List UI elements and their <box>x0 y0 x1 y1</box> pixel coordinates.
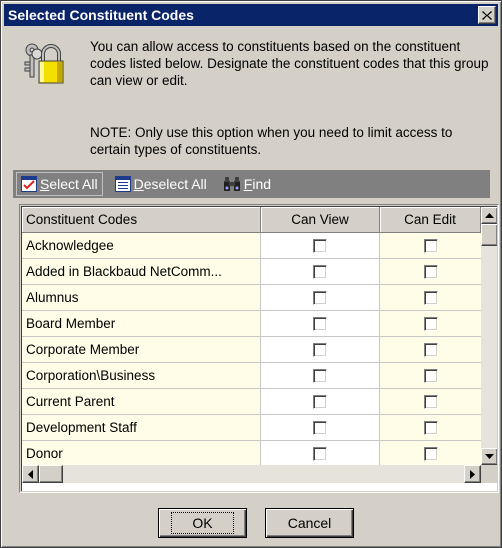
dialog-window: Selected Constituent Codes You can allow… <box>0 0 502 548</box>
select-all-label: Select All <box>40 176 98 192</box>
arrow-up-icon <box>485 213 494 218</box>
arrow-left-icon <box>28 469 33 479</box>
can-edit-checkbox[interactable] <box>423 394 438 409</box>
deselect-all-icon <box>114 176 131 192</box>
cancel-label: Cancel <box>287 515 332 531</box>
constituent-code-cell[interactable]: Acknowledgee <box>22 233 261 259</box>
constituent-code-cell[interactable]: Corporation\Business <box>22 363 261 389</box>
can-edit-checkbox[interactable] <box>423 342 438 357</box>
column-header-can-view[interactable]: Can View <box>261 207 380 233</box>
deselect-all-label: Deselect All <box>133 176 207 192</box>
column-header-constituent-codes[interactable]: Constituent Codes <box>22 207 261 233</box>
close-button[interactable] <box>478 6 496 24</box>
arrow-right-icon <box>470 469 475 479</box>
toolbar: Select All Deselect All Find <box>13 170 490 198</box>
table-row: Added in Blackbaud NetComm... <box>22 259 481 285</box>
horizontal-scrollbar[interactable] <box>22 465 481 483</box>
binoculars-icon <box>223 177 240 191</box>
can-view-checkbox[interactable] <box>313 342 327 357</box>
constituent-code-cell[interactable]: Development Staff <box>22 415 261 441</box>
arrow-down-icon <box>485 454 494 459</box>
table-row: Acknowledgee <box>22 233 481 259</box>
note-text: NOTE: Only use this option when you need… <box>90 125 453 157</box>
constituent-code-cell[interactable]: Corporate Member <box>22 337 261 363</box>
horizontal-scroll-thumb[interactable] <box>39 465 63 483</box>
ok-label: OK <box>171 512 234 534</box>
can-view-checkbox[interactable] <box>313 394 327 409</box>
title-bar: Selected Constituent Codes <box>4 4 498 26</box>
table-row: Corporation\Business <box>22 363 481 389</box>
can-view-checkbox[interactable] <box>313 290 327 305</box>
constituent-code-cell[interactable]: Alumnus <box>22 285 261 311</box>
select-all-icon <box>21 176 37 192</box>
vertical-scrollbar[interactable] <box>481 207 497 465</box>
can-edit-checkbox[interactable] <box>423 316 438 331</box>
can-edit-checkbox[interactable] <box>423 420 438 435</box>
scroll-left-button[interactable] <box>22 465 39 483</box>
can-view-checkbox[interactable] <box>313 446 327 461</box>
grid-body: Acknowledgee Added in Blackbaud NetComm.… <box>22 233 481 465</box>
can-view-checkbox[interactable] <box>313 316 327 331</box>
deselect-all-button[interactable]: Deselect All <box>111 172 211 196</box>
can-edit-checkbox[interactable] <box>423 368 438 383</box>
header-area: You can allow access to constituents bas… <box>4 26 498 166</box>
table-row: Development Staff <box>22 415 481 441</box>
find-button[interactable]: Find <box>219 172 275 196</box>
can-edit-checkbox[interactable] <box>423 264 438 279</box>
can-view-checkbox[interactable] <box>313 420 327 435</box>
constituent-codes-grid: Constituent Codes Can View Can Edit Ackn… <box>19 204 499 493</box>
table-row: Donor <box>22 441 481 465</box>
can-view-checkbox[interactable] <box>313 368 327 383</box>
description-text: You can allow access to constituents bas… <box>90 39 489 88</box>
can-edit-checkbox[interactable] <box>423 290 438 305</box>
cancel-button[interactable]: Cancel <box>265 508 354 538</box>
table-row: Alumnus <box>22 285 481 311</box>
constituent-code-cell[interactable]: Donor <box>22 441 261 465</box>
can-edit-checkbox[interactable] <box>423 446 438 461</box>
ok-button[interactable]: OK <box>158 508 247 538</box>
grid-header: Constituent Codes Can View Can Edit <box>22 207 481 233</box>
can-view-checkbox[interactable] <box>313 264 327 279</box>
can-view-checkbox[interactable] <box>313 238 327 253</box>
keys-lock-icon <box>24 43 64 84</box>
scrollbar-corner <box>481 465 497 483</box>
find-label: Find <box>243 176 272 192</box>
scroll-down-button[interactable] <box>481 448 497 465</box>
select-all-button[interactable]: Select All <box>16 172 103 196</box>
window-title: Selected Constituent Codes <box>8 7 194 23</box>
scroll-right-button[interactable] <box>464 465 481 483</box>
constituent-code-cell[interactable]: Board Member <box>22 311 261 337</box>
can-edit-checkbox[interactable] <box>423 238 438 253</box>
table-row: Corporate Member <box>22 337 481 363</box>
column-header-can-edit[interactable]: Can Edit <box>380 207 481 233</box>
table-row: Current Parent <box>22 389 481 415</box>
close-icon <box>482 10 492 20</box>
scroll-up-button[interactable] <box>481 207 497 224</box>
constituent-code-cell[interactable]: Current Parent <box>22 389 261 415</box>
table-row: Board Member <box>22 311 481 337</box>
vertical-scroll-thumb[interactable] <box>481 224 497 246</box>
constituent-code-cell[interactable]: Added in Blackbaud NetComm... <box>22 259 261 285</box>
